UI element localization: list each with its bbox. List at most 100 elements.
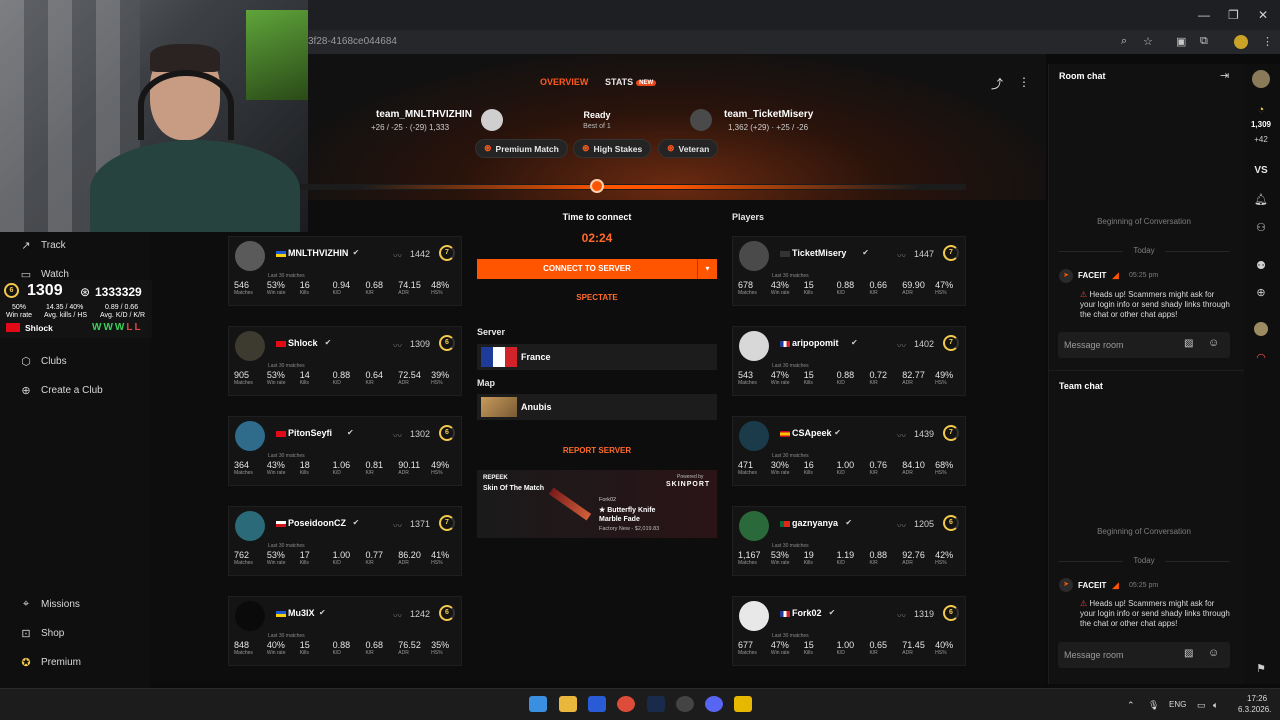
bookmark-star-icon[interactable]: ☆ <box>1143 35 1153 48</box>
headset-icon[interactable]: ◠ <box>1252 351 1270 364</box>
sidebar-item-premium[interactable]: ✪ Premium <box>20 656 81 669</box>
player-avatar[interactable] <box>235 601 265 631</box>
image-icon[interactable]: ▨ <box>1184 338 1193 349</box>
overlay-name: Shlock <box>25 323 53 333</box>
clock-date[interactable]: 6.3.2026. <box>1238 705 1271 714</box>
app-icon[interactable] <box>734 696 752 712</box>
add-icon[interactable]: ⊕ <box>1252 286 1270 299</box>
maximize-icon[interactable]: ❐ <box>1228 8 1239 22</box>
room-chat-today: Today <box>1123 246 1165 255</box>
friends-icon[interactable]: ⚇ <box>1252 221 1270 234</box>
chip-high-stakes[interactable]: ⊛ High Stakes <box>573 139 652 158</box>
player-nickname[interactable]: CSApeek <box>792 428 832 438</box>
emoji-icon[interactable]: ☺ <box>1208 647 1219 659</box>
connect-to-server-button[interactable]: CONNECT TO SERVER ▾ <box>477 259 717 279</box>
faceit-logo-icon: ◢ <box>1112 580 1119 590</box>
puzzle-icon[interactable]: ⧉ <box>1200 35 1208 48</box>
player-nickname[interactable]: Mu3IX <box>288 608 315 618</box>
tab-overview[interactable]: OVERVIEW <box>540 77 588 87</box>
sidebar-item-missions[interactable]: ⌖ Missions <box>20 598 80 611</box>
kebab-menu-icon[interactable]: ⋮ <box>1262 35 1273 48</box>
verified-icon: ✔ <box>851 338 858 347</box>
address-bar[interactable] <box>300 30 1280 54</box>
discord-icon[interactable] <box>705 696 723 712</box>
team2-avatar[interactable] <box>690 109 712 131</box>
player-card[interactable]: TicketMisery ✔ 〰 1447 7 Last 30 matches 678 Mat… <box>732 236 966 306</box>
app-v-icon[interactable] <box>588 696 606 712</box>
chevron-down-icon[interactable]: ▾ <box>697 259 717 279</box>
player-nickname[interactable]: gaznyanya <box>792 518 838 528</box>
player-nickname[interactable]: Fork02 <box>792 608 822 618</box>
chip-premium-match[interactable]: ⊛ Premium Match <box>475 139 568 158</box>
stat-label: Matches <box>738 290 757 296</box>
chip-veteran[interactable]: ⊛ Veteran <box>658 139 719 158</box>
player-avatar[interactable] <box>739 241 769 271</box>
room-chat-input[interactable]: Message room ▨ ☺ <box>1058 332 1230 358</box>
minimize-icon[interactable]: — <box>1198 8 1210 22</box>
file-explorer-icon[interactable] <box>559 696 577 712</box>
player-avatar[interactable] <box>235 421 265 451</box>
player-card[interactable]: Mu3IX ✔ 〰 1242 6 Last 30 matches 848 Matches 40%… <box>228 596 462 666</box>
friend-avatar[interactable] <box>1254 322 1268 336</box>
player-avatar[interactable] <box>235 241 265 271</box>
player-card[interactable]: PoseidoonCZ ✔ 〰 1371 7 Last 30 matches 762 Matc… <box>228 506 462 576</box>
team2-name[interactable]: team_TicketMisery <box>724 109 813 120</box>
zoom-icon[interactable]: ⌕ <box>1121 35 1127 48</box>
obs-icon[interactable] <box>676 696 694 712</box>
tab-stats[interactable]: STATS NEW <box>605 77 657 87</box>
player-card[interactable]: MNLTHVIZHIN ✔ 〰 1442 7 Last 30 matches 546 Matc… <box>228 236 462 306</box>
team1-avatar[interactable] <box>481 109 503 131</box>
player-nickname[interactable]: TicketMisery <box>792 248 846 258</box>
skin-of-the-match-ad[interactable]: REPEEK Skin Of The Match Powered by SKIN… <box>477 470 717 538</box>
player-avatar[interactable] <box>739 331 769 361</box>
player-card[interactable]: Fork02 ✔ 〰 1319 6 Last 30 matches 677 Matches 47… <box>732 596 966 666</box>
support-icon[interactable]: ⚑ <box>1252 662 1270 675</box>
player-card[interactable]: gaznyanya ✔ 〰 1205 6 Last 30 matches 1,167 Matc… <box>732 506 966 576</box>
extension-icon[interactable]: ▣ <box>1176 35 1186 48</box>
player-nickname[interactable]: aripopomit <box>792 338 839 348</box>
player-nickname[interactable]: PoseidoonCZ <box>288 518 346 528</box>
spectate-button[interactable]: SPECTATE <box>477 293 717 302</box>
share-icon[interactable]: ⤴ <box>991 75 1003 92</box>
volume-icon[interactable]: 🔈︎ <box>1213 700 1218 711</box>
player-avatar[interactable] <box>235 511 265 541</box>
sidebar-item-create-club[interactable]: ⊕ Create a Club <box>20 384 102 397</box>
knife-image <box>548 487 592 521</box>
collapse-panel-icon[interactable]: ⇥ <box>1220 69 1229 82</box>
bell-icon[interactable]: 🔔︎ <box>1252 193 1270 206</box>
user-avatar[interactable] <box>1252 70 1270 88</box>
sidebar-item-clubs[interactable]: ⬡ Clubs <box>20 355 66 368</box>
report-server-link[interactable]: REPORT SERVER <box>477 446 717 455</box>
sidebar-item-shop[interactable]: ⊡ Shop <box>20 627 64 640</box>
chrome-icon[interactable] <box>617 696 635 712</box>
team-chat-input[interactable]: Message room ▨ ☺ <box>1058 642 1230 668</box>
player-card[interactable]: CSApeek ✔ 〰 1439 7 Last 30 matches 471 Matches 3… <box>732 416 966 486</box>
stat-value: 677 <box>738 640 754 650</box>
player-avatar[interactable] <box>739 601 769 631</box>
player-avatar[interactable] <box>235 331 265 361</box>
more-icon[interactable]: ⋮ <box>1018 75 1030 89</box>
player-card[interactable]: aripopomit ✔ 〰 1402 7 Last 30 matches 543 Match… <box>732 326 966 396</box>
language-indicator[interactable]: ENG <box>1169 700 1186 709</box>
player-card[interactable]: PitonSeyfi ✔ 〰 1302 6 Last 30 matches 364 Match… <box>228 416 462 486</box>
close-icon[interactable]: ✕ <box>1258 8 1268 22</box>
photoshop-icon[interactable] <box>647 696 665 712</box>
player-nickname[interactable]: Shlock <box>288 338 318 348</box>
player-nickname[interactable]: PitonSeyfi <box>288 428 332 438</box>
team1-name[interactable]: team_MNLTHVIZHIN <box>376 109 472 120</box>
network-icon[interactable]: ▭ <box>1197 700 1206 711</box>
clock-time[interactable]: 17:26 <box>1247 694 1267 703</box>
mic-icon[interactable]: 🎙︎ <box>1148 700 1159 711</box>
sidebar-item-track[interactable]: ↗ Track <box>20 239 65 252</box>
player-nickname[interactable]: MNLTHVIZHIN <box>288 248 348 258</box>
party-icon[interactable]: ⚉ <box>1252 259 1270 272</box>
tray-chevron-icon[interactable]: ⌃ <box>1127 700 1135 711</box>
profile-avatar[interactable] <box>1234 35 1248 49</box>
start-icon[interactable] <box>529 696 547 712</box>
image-icon[interactable]: ▨ <box>1184 648 1193 659</box>
player-avatar[interactable] <box>739 421 769 451</box>
vs-button[interactable]: VS <box>1252 165 1270 176</box>
player-avatar[interactable] <box>739 511 769 541</box>
emoji-icon[interactable]: ☺ <box>1208 337 1219 349</box>
player-card[interactable]: Shlock ✔ 〰 1309 6 Last 30 matches 905 Matches 53… <box>228 326 462 396</box>
